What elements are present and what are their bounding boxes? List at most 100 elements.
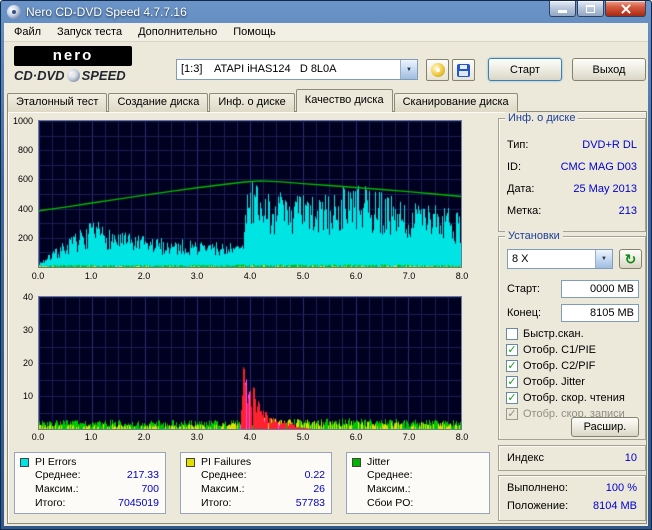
x-tick-label: 1.0 (84, 432, 98, 442)
y-tick-label: 600 (17, 174, 33, 185)
tab-disc-info[interactable]: Инф. о диске (209, 93, 295, 112)
stat-label: Максим.: (201, 483, 245, 495)
y-tick-label: 1000 (12, 116, 33, 126)
checkbox-label: Отобр. скор. чтения (523, 392, 625, 404)
menu-item-run-test[interactable]: Запуск теста (49, 24, 130, 40)
info-label: Дата: (507, 183, 535, 195)
x-tick-label: 7.0 (402, 432, 416, 442)
info-label: Тип: (507, 139, 529, 151)
x-tick-label: 8.0 (455, 432, 469, 442)
x-tick-label: 5.0 (296, 271, 310, 281)
x-tick-label: 2.0 (137, 271, 151, 281)
close-button[interactable] (605, 1, 646, 17)
x-tick-label: 1.0 (84, 271, 98, 281)
menu-item-help[interactable]: Помощь (225, 24, 284, 40)
stat-value: 0.22 (304, 469, 325, 481)
chevron-down-icon[interactable]: ▼ (595, 250, 612, 268)
checkbox-label: Быстр.скан. (523, 328, 584, 340)
checkbox-label: Отобр. C1/PIE (523, 344, 596, 356)
position-label: Положение: (507, 500, 569, 512)
stat-label: Среднее: (201, 469, 247, 481)
stats-title: PI Failures (201, 456, 252, 468)
start-position-field[interactable]: 0000 MB (561, 280, 639, 298)
y-tick-label: 40 (22, 292, 33, 302)
app-icon (7, 5, 21, 19)
end-position-field[interactable]: 8105 MB (561, 304, 639, 322)
info-label: Метка: (507, 205, 542, 217)
maximize-button[interactable] (577, 1, 604, 17)
maximize-icon (586, 4, 595, 13)
pi-errors-swatch-icon (20, 458, 29, 467)
stat-value: 26 (313, 483, 325, 495)
pi-failures-chart (38, 296, 462, 430)
nero-logo: nero (14, 46, 132, 66)
x-tick-label: 6.0 (349, 432, 363, 442)
pi-errors-y-axis: 1000 800 600 400 200 (8, 116, 36, 268)
drive-select-value: [1:3] ATAPI iHAS124 D 8L0A (181, 63, 337, 75)
checkbox-box: ✓ (506, 392, 518, 404)
progress-label: Выполнено: (507, 482, 568, 494)
stat-label: Итого: (35, 497, 66, 509)
x-tick-label: 0.0 (31, 432, 45, 442)
advanced-button[interactable]: Расшир. (571, 417, 639, 437)
index-group: Индекс 10 (498, 445, 646, 471)
save-button[interactable] (452, 59, 475, 81)
tab-scandisc[interactable]: Сканирование диска (393, 93, 518, 112)
drive-select[interactable]: [1:3] ATAPI iHAS124 D 8L0A ▼ (176, 59, 418, 80)
info-value: 25 May 2013 (573, 183, 637, 195)
jitter-swatch-icon (352, 458, 361, 467)
checkbox-show-jitter[interactable]: ✓ Отобр. Jitter (506, 375, 641, 389)
logo-text-cddvd: CD·DVD (14, 68, 65, 83)
info-value: 213 (618, 205, 637, 217)
stats-title: PI Errors (35, 456, 77, 468)
speed-select[interactable]: 8 X ▼ (507, 249, 613, 269)
y-tick-label: 400 (17, 203, 33, 214)
chevron-down-icon[interactable]: ▼ (400, 60, 417, 79)
info-label: ID: (507, 161, 522, 173)
logo-text-speed: SPEED (81, 68, 126, 83)
y-tick-label: 10 (22, 391, 33, 401)
pi-failures-stats: PI Failures Среднее: 0.22 Максим.: 26 Итог… (180, 452, 332, 514)
stat-label: Максим.: (35, 483, 79, 495)
close-icon (620, 3, 632, 15)
client-area: Файл Запуск теста Дополнительно Помощь n… (4, 23, 648, 526)
pi-errors-x-axis: 0.0 1.0 2.0 3.0 4.0 5.0 6.0 7.0 8.0 (32, 271, 469, 282)
save-icon (457, 63, 470, 77)
x-tick-label: 3.0 (190, 271, 204, 281)
x-tick-label: 4.0 (243, 432, 257, 442)
speed-select-value: 8 X (512, 253, 529, 265)
eject-button[interactable] (426, 59, 449, 81)
x-tick-label: 6.0 (349, 271, 363, 281)
start-position-label: Старт: (507, 283, 540, 295)
x-tick-label: 2.0 (137, 432, 151, 442)
pi-failures-swatch-icon (186, 458, 195, 467)
tab-disc-quality[interactable]: Качество диска (295, 89, 393, 112)
refresh-button[interactable]: ↻ (619, 249, 642, 269)
pi-errors-chart (38, 120, 462, 268)
checkbox-label: Отобр. C2/PIF (523, 360, 596, 372)
minimize-button[interactable] (549, 1, 576, 17)
stat-value: 57783 (295, 497, 325, 509)
stat-label: Максим.: (367, 483, 411, 495)
tab-benchmark[interactable]: Эталонный тест (7, 93, 108, 112)
checkbox-label: Отобр. Jitter (523, 376, 585, 388)
checkbox-show-read-speed[interactable]: ✓ Отобр. скор. чтения (506, 391, 641, 405)
start-button[interactable]: Старт (488, 58, 562, 81)
stat-label: Среднее: (367, 469, 413, 481)
cdvdspeed-logo: CD·DVD SPEED (14, 68, 126, 83)
checkbox-fast-scan[interactable]: Быстр.скан. (506, 327, 641, 341)
menu-item-extra[interactable]: Дополнительно (130, 24, 225, 40)
refresh-icon: ↻ (624, 251, 637, 267)
checkbox-show-c1-pie[interactable]: ✓ Отобр. C1/PIE (506, 343, 641, 357)
tab-create-disc[interactable]: Создание диска (108, 93, 209, 112)
checkbox-show-c2-pif[interactable]: ✓ Отобр. C2/PIF (506, 359, 641, 373)
menubar: Файл Запуск теста Дополнительно Помощь (4, 23, 648, 42)
exit-button[interactable]: Выход (572, 58, 646, 81)
menu-item-file[interactable]: Файл (6, 24, 49, 40)
settings-group: Установки 8 X ▼ ↻ Старт: 0000 MB Конец: … (498, 230, 646, 440)
progress-value: 100 % (605, 482, 637, 494)
stat-label: Итого: (201, 497, 232, 509)
jitter-stats: Jitter Среднее: Максим.: Сбои PO: (346, 452, 490, 514)
pi-failures-x-axis: 0.0 1.0 2.0 3.0 4.0 5.0 6.0 7.0 8.0 (32, 432, 469, 443)
x-tick-label: 3.0 (190, 432, 204, 442)
